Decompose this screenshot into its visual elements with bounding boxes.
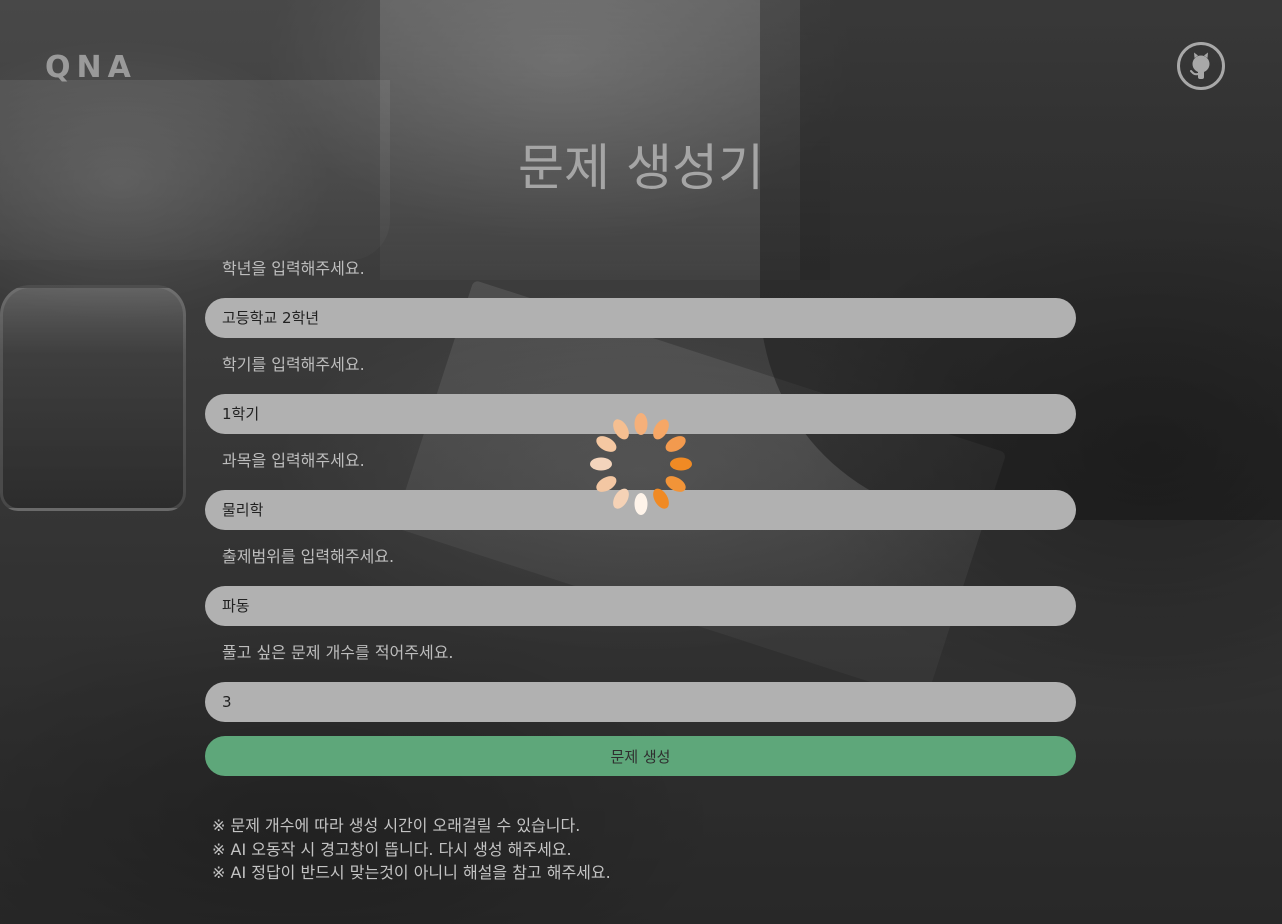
spinner-petal — [613, 419, 629, 440]
semester-label: 학기를 입력해주세요. — [222, 355, 365, 374]
note-item: ※ 문제 개수에 따라 생성 시간이 오래걸릴 수 있습니다. — [212, 816, 581, 835]
spinner-petal — [634, 413, 648, 435]
notes: ※ 문제 개수에 따라 생성 시간이 오래걸릴 수 있습니다. ※ AI 오동작… — [212, 814, 611, 885]
spinner-petal — [670, 457, 692, 471]
question-count-input[interactable] — [205, 682, 1076, 722]
spinner-petal — [634, 493, 648, 515]
scope-input[interactable] — [205, 586, 1076, 626]
grade-label: 학년을 입력해주세요. — [222, 259, 365, 278]
spinner-petal — [613, 488, 629, 509]
generate-button[interactable]: 문제 생성 — [205, 736, 1076, 776]
page-title: 문제 생성기 — [518, 139, 764, 197]
grade-input[interactable] — [205, 298, 1076, 338]
note-item: ※ AI 정답이 반드시 맞는것이 아니니 해설을 참고 해주세요. — [212, 863, 611, 882]
spinner-petal — [665, 476, 686, 492]
github-icon — [1190, 52, 1210, 79]
spinner-petal — [590, 457, 612, 471]
github-link[interactable] — [1177, 42, 1225, 90]
scope-label: 출제범위를 입력해주세요. — [222, 547, 395, 566]
spinner-petal — [653, 488, 669, 509]
spinner-petal — [596, 476, 617, 492]
spinner-petal — [653, 419, 669, 440]
logo[interactable]: QNA — [45, 50, 137, 85]
spinner-petal — [596, 436, 617, 452]
question-count-label: 풀고 싶은 문제 개수를 적어주세요. — [222, 643, 454, 662]
loading-spinner-icon — [590, 413, 692, 515]
spinner-petal — [665, 436, 686, 452]
note-item: ※ AI 오동작 시 경고창이 뜹니다. 다시 생성 해주세요. — [212, 839, 572, 859]
page: QNA 문제 생성기 학년을 입력해주세요. 학기를 입력해주세요. 과목을 입… — [0, 0, 1282, 924]
